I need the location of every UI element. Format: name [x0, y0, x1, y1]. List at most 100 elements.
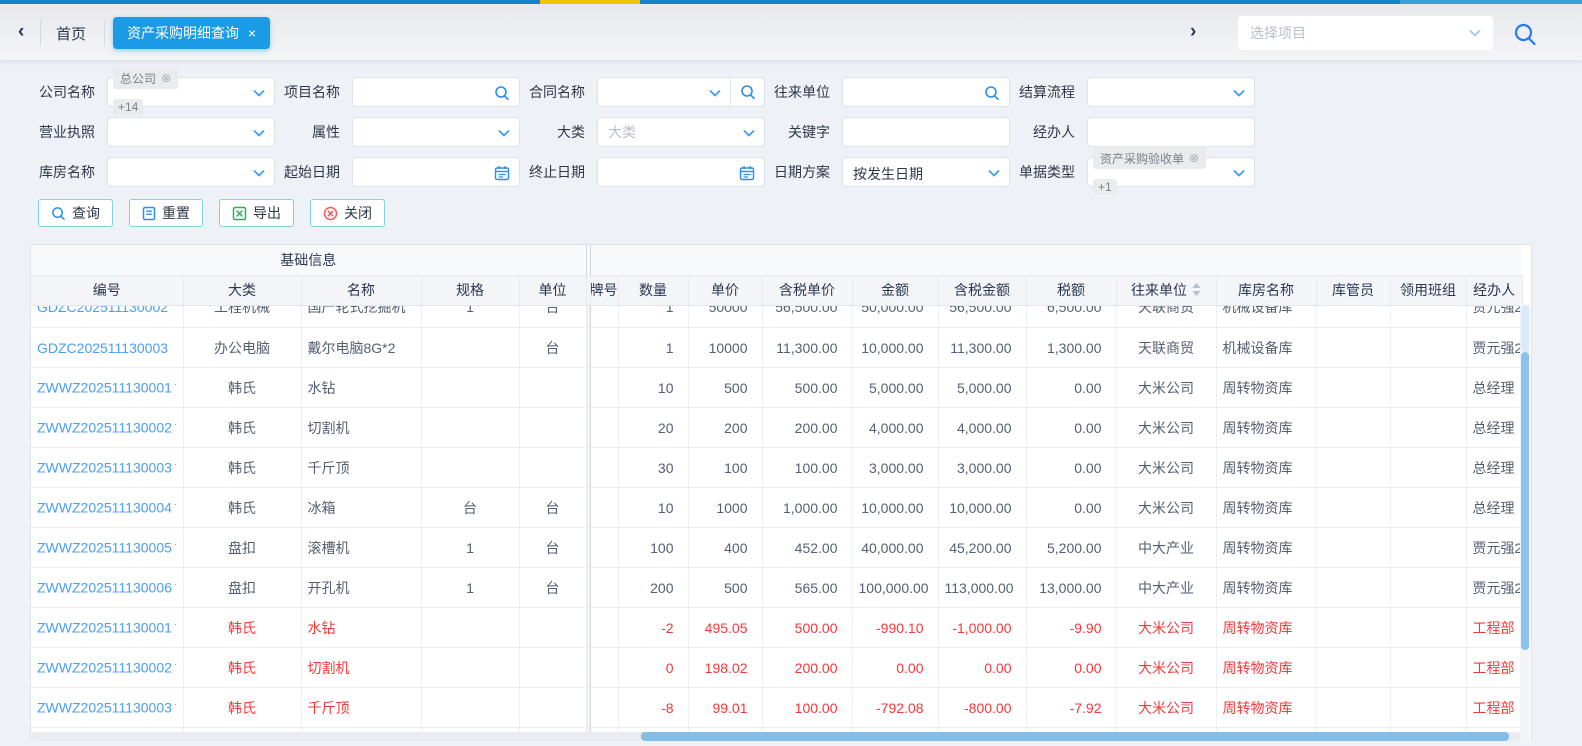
category-select[interactable] — [597, 117, 765, 147]
calendar-icon[interactable] — [739, 165, 755, 181]
table-row[interactable]: GDZC202511130002 工程机械 国产轮式挖掘机 1 台 1 50000 56,50… — [31, 305, 1523, 328]
keyword-input[interactable] — [842, 117, 1010, 147]
search-icon[interactable] — [984, 85, 1000, 101]
order-id-link[interactable]: ZWWZ202511130002 — [37, 660, 172, 676]
table-cell — [590, 687, 619, 728]
tabs-scroll-right-icon[interactable]: › — [1190, 22, 1196, 42]
table-row[interactable]: ZWWZ202511130002 · 韩氏 切割机 20 200 200.00 4,000.0… — [31, 407, 1523, 448]
table-cell-value: 0.00 — [1074, 499, 1102, 516]
order-id-link[interactable]: ZWWZ202511130003 — [37, 460, 172, 476]
doc-type-multiselect[interactable]: 资产采购验收单 ⊗ +1 — [1087, 147, 1255, 195]
sort-icon[interactable] — [1192, 283, 1201, 296]
handler-field[interactable] — [1088, 118, 1254, 146]
tab-close-icon[interactable]: × — [248, 25, 256, 41]
horizontal-scrollbar-thumb[interactable] — [641, 732, 1509, 741]
tabs-scroll-left-icon[interactable]: ‹ — [18, 22, 24, 42]
table-cell: 10,000.00 — [852, 327, 939, 368]
keyword-field[interactable] — [843, 118, 1009, 146]
order-id-link[interactable]: ZWWZ202511130003 — [37, 700, 172, 716]
contract-select-main[interactable] — [598, 78, 731, 106]
table-row[interactable]: ZWWZ202511130001 · 韩氏 水钻 10 500 500.00 5,000.00… — [31, 367, 1523, 408]
order-id-link[interactable]: GDZC202511130002 — [37, 306, 168, 316]
column-header[interactable]: 金额 — [852, 275, 939, 306]
table-cell-value: 10 — [657, 379, 674, 396]
end-date-input[interactable] — [597, 157, 765, 187]
tag-remove-icon[interactable]: ⊗ — [161, 71, 171, 85]
column-header[interactable]: 税额 — [1026, 275, 1117, 306]
table-cell-value: 工程部 — [1472, 659, 1515, 676]
close-button[interactable]: 关闭 — [310, 199, 385, 227]
column-header[interactable]: 牌号 — [590, 275, 619, 306]
project-name-input[interactable] — [352, 77, 520, 107]
column-header[interactable]: 库房名称 — [1216, 275, 1317, 306]
column-header[interactable]: 领用班组 — [1390, 275, 1467, 306]
table-cell: 盘扣 — [183, 527, 302, 568]
query-button[interactable]: 查询 — [38, 199, 113, 227]
project-select[interactable]: 选择项目 — [1238, 16, 1493, 50]
date-plan-select[interactable]: 按发生日期 — [842, 157, 1010, 187]
contract-select[interactable] — [597, 77, 765, 107]
column-header[interactable]: 数量 — [618, 275, 689, 306]
calendar-icon[interactable] — [494, 165, 510, 181]
column-header[interactable]: 规格 — [421, 275, 520, 306]
table-row[interactable]: ZWWZ202511130006 · 盘扣 开孔机 1 台 200 500 565.00 100,… — [31, 567, 1523, 608]
column-header[interactable]: 单价 — [688, 275, 763, 306]
table-row[interactable]: ZWWZ202511130004 · 韩氏 冰箱 台 台 10 1000 1,000.00 10,… — [31, 487, 1523, 528]
warehouse-select[interactable] — [107, 157, 275, 187]
column-header[interactable]: 名称 — [301, 275, 422, 306]
settlement-select[interactable] — [1087, 77, 1255, 107]
column-header[interactable]: 编号 — [31, 275, 184, 306]
vertical-scrollbar-thumb[interactable] — [1521, 352, 1529, 650]
row-mark: · — [173, 539, 177, 550]
table-cell-value: 切割机 — [307, 659, 350, 676]
category-field[interactable] — [598, 118, 764, 146]
table-row[interactable]: ZWWZ202511130003 · 韩氏 千斤顶 30 100 100.00 3,000.0… — [31, 447, 1523, 488]
tab-asset-purchase-detail[interactable]: 资产采购明细查询 × — [113, 17, 271, 49]
horizontal-scrollbar[interactable] — [31, 732, 1521, 741]
table-cell: 200 — [688, 407, 763, 448]
column-header[interactable]: 含税单价 — [762, 275, 853, 306]
table-row[interactable]: GDZC202511130003 办公电脑 戴尔电脑8G*2 台 1 10000 11,30… — [31, 327, 1523, 368]
tag-remove-icon[interactable]: ⊗ — [1189, 151, 1199, 165]
handler-input[interactable] — [1087, 117, 1255, 147]
search-icon[interactable] — [494, 85, 510, 101]
table-cell — [590, 327, 619, 368]
order-id-link[interactable]: ZWWZ202511130001 — [37, 380, 172, 396]
table-cell-value: 国产轮式挖掘机 — [307, 305, 406, 316]
company-multiselect[interactable]: 总公司 ⊗ +14 — [107, 67, 275, 115]
table-row[interactable]: ZWWZ202511130002 · 韩氏 切割机 0 198.02 200.00 0.00 0… — [31, 647, 1523, 688]
column-header[interactable]: 含税金额 — [938, 275, 1027, 306]
table-cell: 40,000.00 — [852, 527, 939, 568]
table-cell-value: 198.02 — [704, 659, 748, 676]
table-row[interactable]: ZWWZ202511130001 · 韩氏 水钻 -2 495.05 500.00 -990.… — [31, 607, 1523, 648]
counterparty-input[interactable] — [842, 77, 1010, 107]
column-header[interactable]: 往来单位 — [1116, 275, 1217, 306]
vertical-scrollbar[interactable] — [1520, 305, 1530, 741]
attribute-select[interactable] — [352, 117, 520, 147]
table-row[interactable]: ZWWZ202511130005 · 盘扣 滚槽机 1 台 100 400 452.00 40,0… — [31, 527, 1523, 568]
export-button[interactable]: 导出 — [219, 199, 294, 227]
order-id-link[interactable]: ZWWZ202511130002 — [37, 420, 172, 436]
more-count-badge: +14 — [113, 99, 144, 115]
global-search-icon[interactable] — [1512, 21, 1538, 47]
table-cell-value: 工程部 — [1472, 699, 1515, 716]
order-id-link[interactable]: GDZC202511130003 — [37, 340, 168, 356]
table-cell-value: 周转物资库 — [1222, 579, 1293, 596]
column-header[interactable]: 经办人 — [1466, 275, 1523, 306]
table-cell-value: 11,300.00 — [950, 339, 1012, 356]
column-header[interactable]: 大类 — [183, 275, 302, 306]
table-cell-value: 1 — [665, 339, 674, 356]
table-row[interactable]: ZWWZ202511130003 · 韩氏 千斤顶 -8 99.01 100.00 -792.… — [31, 687, 1523, 728]
reset-button[interactable]: 重置 — [129, 199, 203, 227]
contract-search-button[interactable] — [731, 78, 764, 106]
order-id-link[interactable]: ZWWZ202511130001 — [37, 620, 172, 636]
start-date-input[interactable] — [352, 157, 520, 187]
column-header[interactable]: 库管员 — [1316, 275, 1391, 306]
order-id-link[interactable]: ZWWZ202511130005 — [37, 540, 172, 556]
license-select[interactable] — [107, 117, 275, 147]
tab-home[interactable]: 首页 — [56, 23, 86, 44]
order-id-link[interactable]: ZWWZ202511130006 — [37, 580, 172, 596]
table-cell-value: 0 — [665, 659, 674, 676]
column-header[interactable]: 单位 — [519, 275, 587, 306]
order-id-link[interactable]: ZWWZ202511130004 — [37, 500, 172, 516]
